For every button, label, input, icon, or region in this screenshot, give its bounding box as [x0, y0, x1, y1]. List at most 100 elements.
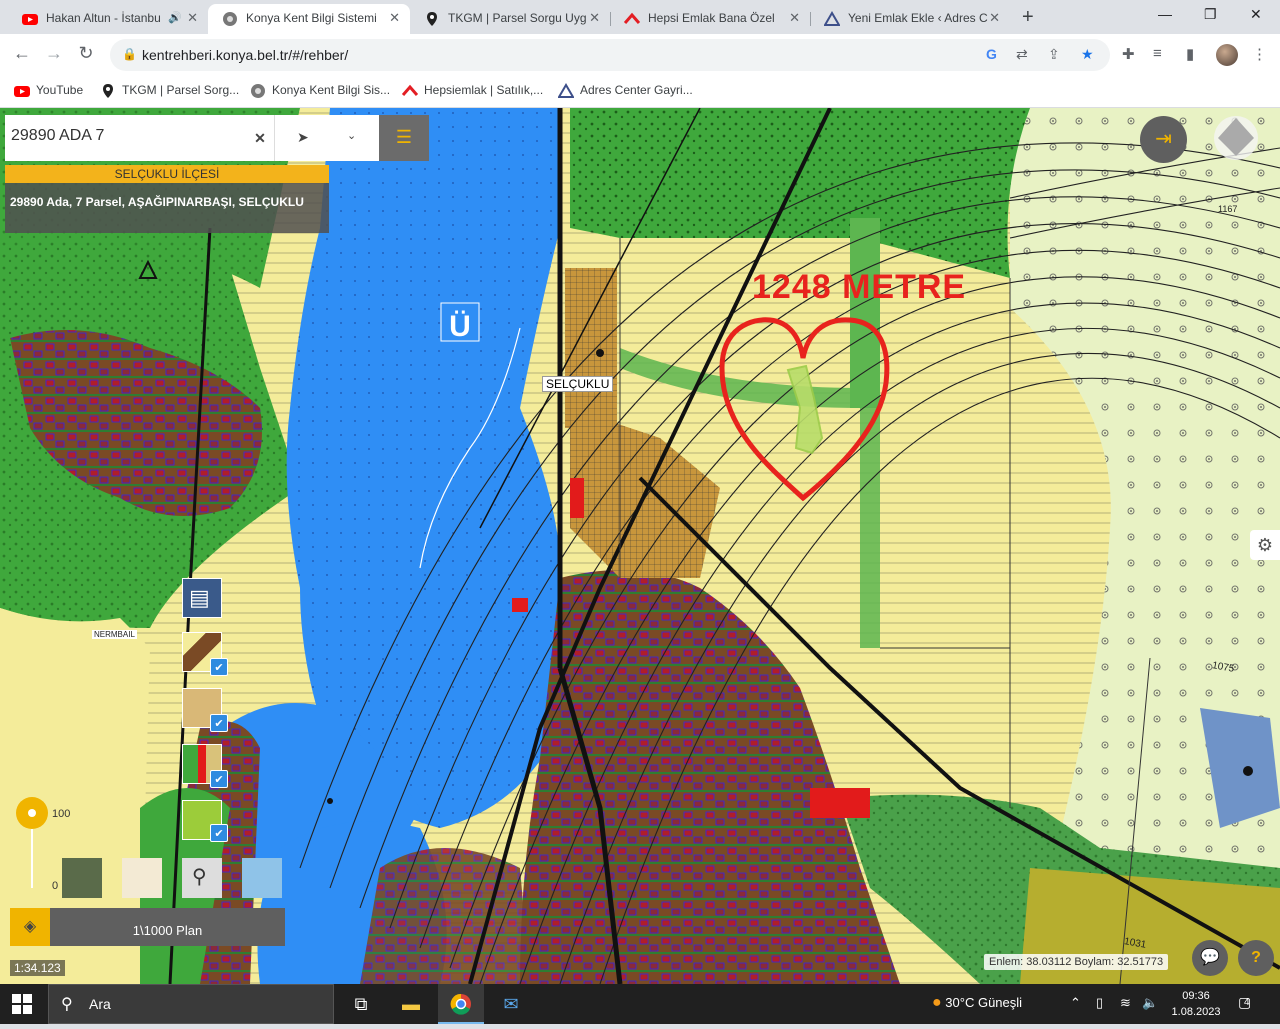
- search-result-item[interactable]: 29890 Ada, 7 Parsel, AŞAĞIPINARBAŞI, SEL…: [5, 183, 329, 233]
- satellite-basemap-thumb[interactable]: [62, 858, 102, 898]
- share-icon[interactable]: ⇪: [1048, 46, 1060, 63]
- chevron-up-icon[interactable]: ⌃: [1070, 995, 1081, 1011]
- chat-icon[interactable]: 💬: [1192, 940, 1228, 976]
- close-window-icon[interactable]: ✕: [1250, 6, 1262, 23]
- bookmark-label: Hepsiemlak | Satılık,...: [424, 83, 544, 97]
- side-panel-icon[interactable]: ▮: [1186, 45, 1194, 63]
- notification-icon[interactable]: ▢ 4: [1238, 994, 1251, 1011]
- help-icon[interactable]: ?: [1238, 940, 1274, 976]
- back-icon[interactable]: ←: [10, 43, 34, 64]
- layers-icon[interactable]: ◈: [10, 908, 50, 946]
- clock[interactable]: 09:36 1.08.2023: [1166, 988, 1226, 1020]
- district-header[interactable]: SELÇUKLU İLÇESİ: [5, 165, 329, 183]
- tab-adres-center[interactable]: Yeni Emlak Ekle ‹ Adres C ✕: [810, 4, 1010, 34]
- layer-checkbox-icon[interactable]: ✔: [210, 824, 228, 842]
- browser-toolbar: ← → ↻ 🔒 kentrehberi.konya.bel.tr/#/rehbe…: [0, 34, 1280, 76]
- close-tab-icon[interactable]: ✕: [187, 4, 198, 32]
- map-pin-icon: [103, 84, 113, 98]
- close-tab-icon[interactable]: ✕: [589, 4, 600, 32]
- settings-gear-icon[interactable]: ⚙: [1250, 530, 1280, 560]
- translate-icon[interactable]: ⇄: [1016, 46, 1028, 63]
- file-explorer-icon[interactable]: ▬: [388, 984, 434, 1024]
- map-pin-icon: [427, 12, 437, 26]
- coordinate-readout: Enlem: 38.03112 Boylam: 32.51773: [984, 954, 1169, 970]
- youtube-icon: [22, 14, 38, 25]
- sign-in-icon: ⇥: [1155, 128, 1172, 150]
- task-view-icon[interactable]: ⧉: [338, 984, 384, 1024]
- weather-widget[interactable]: ● 30°C Güneşli: [932, 994, 1022, 1012]
- media-control-icon[interactable]: ≡: [1153, 45, 1162, 62]
- chrome-taskbar-icon[interactable]: [438, 984, 484, 1024]
- opacity-min-label: 0: [52, 880, 59, 892]
- bookmark-adres-center[interactable]: Adres Center Gayri...: [558, 83, 693, 98]
- chevron-down-icon[interactable]: ⌄: [347, 129, 356, 142]
- search-icon: ⚲: [61, 996, 73, 1013]
- opacity-slider-track[interactable]: [31, 828, 33, 888]
- volume-icon[interactable]: 🔈: [1142, 995, 1158, 1011]
- clear-search-icon[interactable]: ✕: [246, 115, 274, 161]
- bookmark-star-icon[interactable]: ★: [1081, 46, 1094, 63]
- lock-icon[interactable]: 🔒: [122, 47, 137, 61]
- opacity-slider-knob[interactable]: [16, 797, 48, 829]
- extensions-icon[interactable]: ✚: [1122, 45, 1135, 63]
- district-map-label: SELÇUKLU: [542, 376, 614, 392]
- layer-checkbox-icon[interactable]: ✔: [210, 658, 228, 676]
- bookmark-label: TKGM | Parsel Sorg...: [122, 83, 240, 97]
- tab-title: Hepsi Emlak Bana Özel: [648, 11, 775, 25]
- clock-date: 1.08.2023: [1171, 1006, 1221, 1018]
- windows-start-icon[interactable]: [12, 994, 32, 1014]
- bookmark-konya[interactable]: Konya Kent Bilgi Sis...: [250, 83, 390, 98]
- tab-title: Yeni Emlak Ekle ‹ Adres C: [848, 11, 988, 25]
- list-menu-icon[interactable]: ☰: [379, 115, 429, 161]
- battery-icon[interactable]: ▯: [1096, 995, 1103, 1011]
- address-bar[interactable]: 🔒 kentrehberi.konya.bel.tr/#/rehber/ G ⇄…: [110, 39, 1110, 71]
- google-icon[interactable]: G: [986, 46, 997, 62]
- street-basemap-thumb[interactable]: [122, 858, 162, 898]
- konya-logo-icon: [223, 12, 237, 26]
- minimize-icon[interactable]: —: [1158, 6, 1172, 22]
- mail-icon[interactable]: ✉: [488, 984, 534, 1024]
- plan-scale-button[interactable]: 1\1000 Plan: [50, 908, 285, 946]
- opacity-max-label: 100: [52, 808, 71, 820]
- login-button[interactable]: ⇥: [1140, 116, 1187, 163]
- wifi-icon[interactable]: ≋: [1120, 995, 1131, 1011]
- location-arrow-icon[interactable]: ➤: [297, 129, 309, 146]
- place-label: NERMBAIL: [92, 630, 137, 639]
- profile-avatar[interactable]: [1216, 44, 1238, 66]
- bookmark-tkgm[interactable]: TKGM | Parsel Sorg...: [100, 83, 240, 98]
- terrain-basemap-thumb[interactable]: [242, 858, 282, 898]
- bookmark-hepsiemlak[interactable]: Hepsiemlak | Satılık,...: [402, 83, 543, 97]
- book-icon: ▤: [189, 585, 210, 610]
- tab-tkgm[interactable]: TKGM | Parsel Sorgu Uyg ✕: [410, 4, 610, 34]
- zoning-plan-map: Ü: [0, 108, 1280, 984]
- search-basemap-thumb[interactable]: ⚲: [182, 858, 222, 898]
- forward-icon[interactable]: →: [42, 43, 66, 64]
- tab-konya-kent[interactable]: Konya Kent Bilgi Sistemi ✕: [208, 4, 410, 34]
- close-tab-icon[interactable]: ✕: [789, 4, 800, 32]
- location-dropdown[interactable]: ➤ ⌄: [274, 115, 379, 161]
- chrome-menu-icon[interactable]: ⋮: [1252, 45, 1267, 63]
- speaker-icon[interactable]: 🔊: [168, 4, 182, 32]
- tab-youtube[interactable]: Hakan Altun - İstanbu 🔊 ✕: [8, 4, 208, 34]
- konya-logo-icon: [251, 84, 265, 98]
- close-tab-icon[interactable]: ✕: [389, 4, 400, 32]
- notification-count: 4: [1244, 997, 1250, 1008]
- layer-checkbox-icon[interactable]: ✔: [210, 714, 228, 732]
- adres-center-icon: [558, 83, 574, 98]
- magnifier-icon: ⚲: [192, 866, 207, 888]
- map-canvas[interactable]: Ü 1248 METRE SELÇUKLU 1075 1031 1167 NER…: [0, 108, 1280, 984]
- taskbar-search[interactable]: ⚲ Ara: [48, 984, 334, 1024]
- tab-hepsiemlak[interactable]: Hepsi Emlak Bana Özel ✕: [610, 4, 810, 34]
- clock-time: 09:36: [1182, 990, 1210, 1002]
- taskbar-search-placeholder: Ara: [89, 996, 111, 1012]
- book-layer-icon[interactable]: ▤: [182, 578, 222, 618]
- restore-icon[interactable]: ❐: [1204, 6, 1217, 23]
- search-input[interactable]: [11, 127, 231, 145]
- new-tab-button[interactable]: +: [1022, 6, 1034, 29]
- layer-checkbox-icon[interactable]: ✔: [210, 770, 228, 788]
- reload-icon[interactable]: ↻: [74, 43, 98, 64]
- close-tab-icon[interactable]: ✕: [989, 4, 1000, 32]
- bookmark-youtube[interactable]: YouTube: [14, 83, 83, 97]
- distance-annotation: 1248 METRE: [752, 268, 967, 306]
- tab-title: Konya Kent Bilgi Sistemi: [246, 11, 377, 25]
